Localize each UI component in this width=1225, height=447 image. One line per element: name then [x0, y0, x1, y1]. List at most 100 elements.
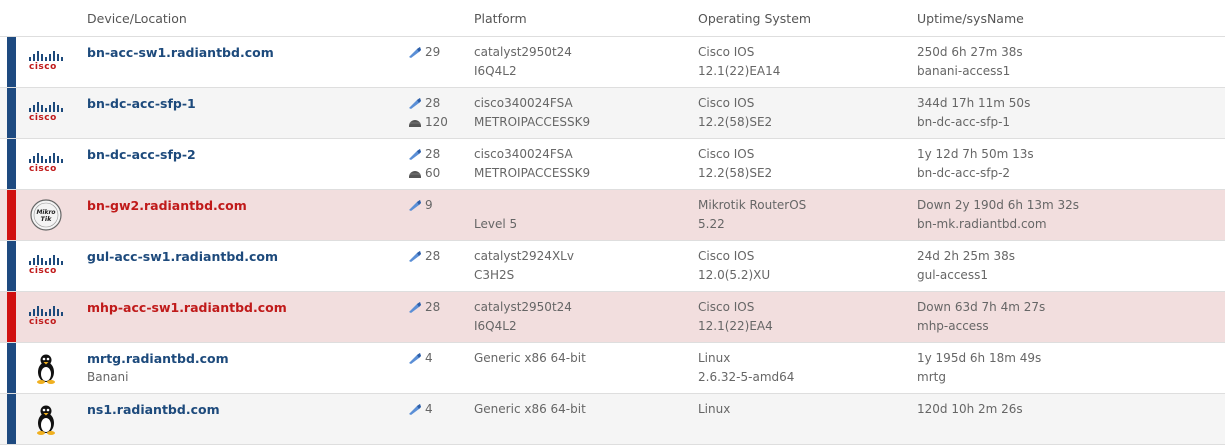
sensor-count-value: 120 — [425, 115, 448, 129]
table-row[interactable]: mrtg.radiantbd.com Banani 4 Generic x86 64-… — [0, 343, 1225, 394]
sensor-icon — [408, 166, 425, 180]
device-list-table: Device/Location Platform Operating Syste… — [0, 0, 1225, 445]
device-os: Linux — [698, 402, 731, 416]
table-row[interactable]: cisco bn-acc-sw1.radiantbd.com 29 catalyst2… — [0, 37, 1225, 88]
port-count-value: 28 — [425, 147, 441, 161]
device-uptime: 24d 2h 25m 38s — [917, 249, 1016, 263]
device-os-version: 12.2(58)SE2 — [698, 115, 773, 129]
status-indicator-bar — [7, 394, 16, 444]
cisco-icon: cisco — [26, 139, 72, 189]
cisco-bars — [29, 153, 63, 163]
device-platform: Generic x86 64-bit — [474, 402, 586, 416]
device-hostname-link[interactable]: ns1.radiantbd.com — [87, 402, 220, 417]
table-row[interactable]: ns1.radiantbd.com 4 Generic x86 64-bit Linu… — [0, 394, 1225, 445]
port-count: 9 — [408, 198, 433, 212]
cisco-bars — [29, 255, 63, 265]
table-row[interactable]: cisco gul-acc-sw1.radiantbd.com 28 catalyst… — [0, 241, 1225, 292]
device-platform: catalyst2950t24 — [474, 300, 572, 314]
port-icon — [408, 300, 425, 314]
device-rows: cisco bn-acc-sw1.radiantbd.com 29 catalyst2… — [0, 37, 1225, 445]
column-header-os[interactable]: Operating System — [698, 11, 811, 26]
column-header-uptime[interactable]: Uptime/sysName — [917, 11, 1024, 26]
device-uptime: 344d 17h 11m 50s — [917, 96, 1031, 110]
cisco-icon: cisco — [26, 241, 72, 291]
port-count-value: 28 — [425, 96, 441, 110]
sensor-count-value: 60 — [425, 166, 441, 180]
device-hostname-link[interactable]: bn-dc-acc-sfp-2 — [87, 147, 196, 162]
port-count: 28 — [408, 96, 440, 110]
device-hostname-link[interactable]: mrtg.radiantbd.com — [87, 351, 229, 366]
port-icon — [408, 96, 425, 110]
device-sysname: banani-access1 — [917, 64, 1011, 78]
device-location: Banani — [87, 370, 129, 384]
cisco-icon: cisco — [26, 37, 72, 87]
mikrotik-icon: Mikro Tik — [26, 190, 72, 240]
status-indicator-bar — [7, 88, 16, 138]
device-hostname-link[interactable]: bn-gw2.radiantbd.com — [87, 198, 247, 213]
port-count-value: 29 — [425, 45, 441, 59]
device-sysname: bn-dc-acc-sfp-1 — [917, 115, 1011, 129]
port-count-value: 9 — [425, 198, 433, 212]
cisco-bars — [29, 51, 63, 61]
device-os-version: 2.6.32-5-amd64 — [698, 370, 795, 384]
device-platform: cisco340024FSA — [474, 147, 573, 161]
device-platform: catalyst2924XLv — [474, 249, 574, 263]
device-os: Cisco IOS — [698, 300, 755, 314]
port-count-value: 4 — [425, 351, 433, 365]
device-os: Cisco IOS — [698, 249, 755, 263]
port-icon — [408, 45, 425, 59]
cisco-wordmark: cisco — [29, 113, 57, 123]
device-os: Cisco IOS — [698, 147, 755, 161]
device-hardware: Level 5 — [474, 217, 518, 231]
device-sysname: bn-mk.radiantbd.com — [917, 217, 1047, 231]
port-count: 28 — [408, 249, 440, 263]
device-sysname: gul-access1 — [917, 268, 988, 282]
table-row[interactable]: cisco bn-dc-acc-sfp-1 28 120 cisco340024FSA M… — [0, 88, 1225, 139]
device-os-version: 5.22 — [698, 217, 725, 231]
linux-tux-icon — [26, 343, 72, 393]
status-indicator-bar — [7, 292, 16, 342]
table-row[interactable]: cisco bn-dc-acc-sfp-2 28 60 cisco340024FSA ME… — [0, 139, 1225, 190]
device-sysname: bn-dc-acc-sfp-2 — [917, 166, 1011, 180]
device-platform: catalyst2950t24 — [474, 45, 572, 59]
port-count: 28 — [408, 147, 440, 161]
table-row[interactable]: cisco mhp-acc-sw1.radiantbd.com 28 catalyst… — [0, 292, 1225, 343]
port-count-value: 28 — [425, 300, 441, 314]
sensor-count: 120 — [408, 115, 448, 129]
table-header: Device/Location Platform Operating Syste… — [0, 0, 1225, 37]
sensor-icon — [408, 115, 425, 129]
status-indicator-bar — [7, 37, 16, 87]
cisco-bars — [29, 102, 63, 112]
device-sysname: mrtg — [917, 370, 946, 384]
device-os: Cisco IOS — [698, 96, 755, 110]
column-header-platform[interactable]: Platform — [474, 11, 527, 26]
device-uptime: 250d 6h 27m 38s — [917, 45, 1023, 59]
device-sysname: mhp-access — [917, 319, 989, 333]
device-uptime: 120d 10h 2m 26s — [917, 402, 1023, 416]
status-indicator-bar — [7, 190, 16, 240]
status-indicator-bar — [7, 343, 16, 393]
device-hardware: I6Q4L2 — [474, 64, 517, 78]
device-os-version: 12.2(58)SE2 — [698, 166, 773, 180]
device-hostname-link[interactable]: bn-acc-sw1.radiantbd.com — [87, 45, 274, 60]
device-uptime: 1y 12d 7h 50m 13s — [917, 147, 1034, 161]
cisco-wordmark: cisco — [29, 317, 57, 327]
device-os-version: 12.0(5.2)XU — [698, 268, 771, 282]
port-icon — [408, 198, 425, 212]
device-hardware: C3H2S — [474, 268, 515, 282]
device-hostname-link[interactable]: gul-acc-sw1.radiantbd.com — [87, 249, 278, 264]
device-hostname-link[interactable]: bn-dc-acc-sfp-1 — [87, 96, 196, 111]
port-count-value: 28 — [425, 249, 441, 263]
port-count: 4 — [408, 351, 433, 365]
mikrotik-wordmark-bottom: Tik — [41, 215, 53, 223]
device-hostname-link[interactable]: mhp-acc-sw1.radiantbd.com — [87, 300, 287, 315]
column-header-device[interactable]: Device/Location — [87, 11, 187, 26]
device-os: Linux — [698, 351, 731, 365]
status-indicator-bar — [7, 139, 16, 189]
device-platform: Generic x86 64-bit — [474, 351, 586, 365]
device-hardware: METROIPACCESSK9 — [474, 115, 591, 129]
device-os-version: 12.1(22)EA4 — [698, 319, 773, 333]
device-os: Mikrotik RouterOS — [698, 198, 807, 212]
table-row[interactable]: Mikro Tik bn-gw2.radiantbd.com 9 Level 5 Mikr… — [0, 190, 1225, 241]
device-uptime: 1y 195d 6h 18m 49s — [917, 351, 1042, 365]
